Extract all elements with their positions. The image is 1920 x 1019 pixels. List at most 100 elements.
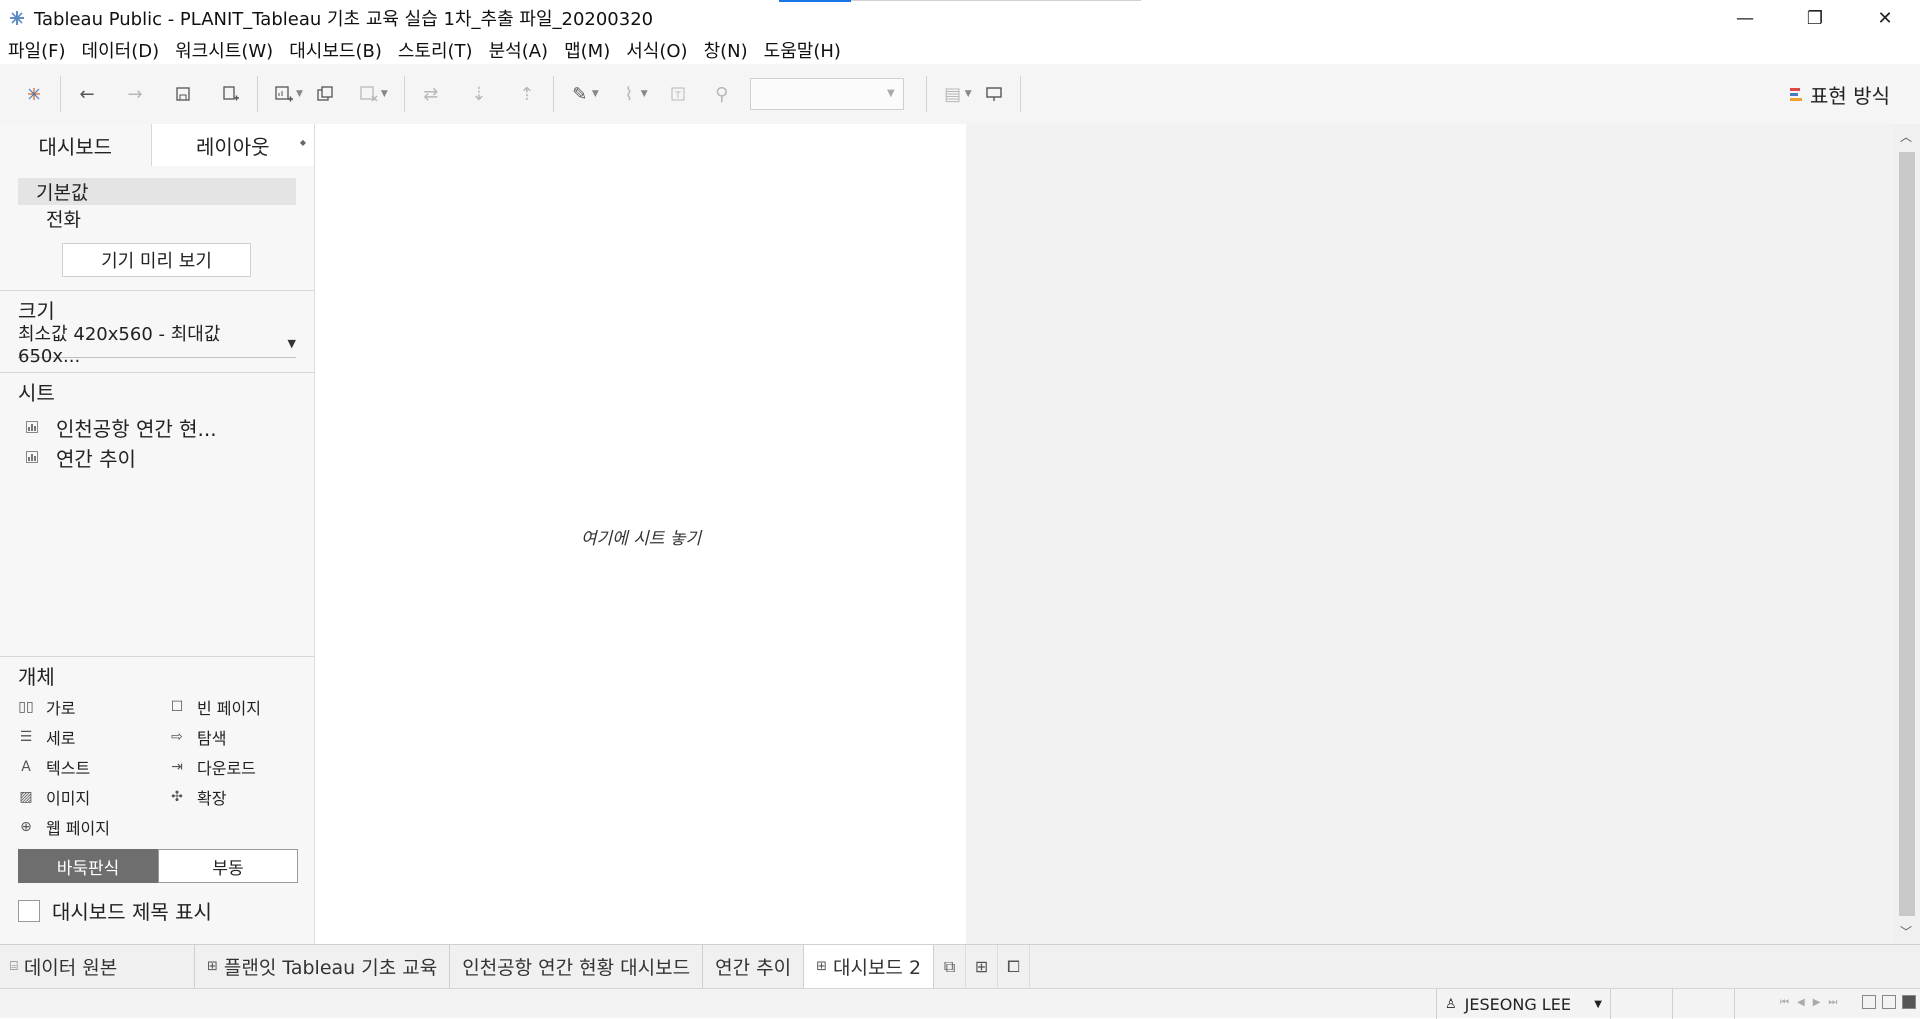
- window-title: Tableau Public - PLANIT_Tableau 기초 교육 실습…: [34, 9, 654, 30]
- menu-dashboard[interactable]: 대시보드(B): [289, 37, 382, 63]
- sheet-tab-active[interactable]: ⊞ 대시보드 2: [804, 945, 935, 988]
- chevron-down-icon[interactable]: ▼: [641, 89, 648, 99]
- object-web-page[interactable]: ⊕ 웹 페이지: [18, 816, 169, 838]
- dashboard-canvas[interactable]: 여기에 시트 놓기: [316, 124, 1894, 944]
- object-navigation[interactable]: ⇨ 탐색: [169, 726, 320, 748]
- sheet-tabs-bar: ⌸ 데이터 원본 ⊞ 플랜잇 Tableau 기초 교육 인천공항 연간 현황 …: [0, 944, 1920, 988]
- sheet-sorter-icon[interactable]: [1862, 995, 1876, 1009]
- object-download[interactable]: ⇥ 다운로드: [169, 756, 320, 778]
- tableau-home-icon[interactable]: [18, 78, 50, 110]
- chevron-down-icon[interactable]: ▼: [296, 89, 303, 99]
- tabs-view-icon[interactable]: [1902, 995, 1916, 1009]
- redo-icon[interactable]: →: [119, 78, 151, 110]
- prev-sheet-icon[interactable]: ◀: [1797, 997, 1805, 1008]
- show-title-row[interactable]: 대시보드 제목 표시: [18, 896, 212, 925]
- sheets-title: 시트: [18, 381, 55, 405]
- menu-format[interactable]: 서식(O): [626, 37, 687, 63]
- show-me-icon: [1790, 87, 1803, 101]
- sort-ascending-icon[interactable]: ⇣: [463, 78, 495, 110]
- show-title-checkbox[interactable]: [18, 899, 40, 922]
- new-story-icon[interactable]: ⧠: [998, 945, 1031, 988]
- last-sheet-icon[interactable]: ⏭: [1828, 997, 1837, 1008]
- floating-button[interactable]: 부동: [158, 849, 298, 883]
- sheet-label: 인천공항 연간 현...: [56, 416, 217, 441]
- scrollbar-thumb[interactable]: [1899, 152, 1915, 916]
- menu-worksheet[interactable]: 워크시트(W): [175, 37, 273, 63]
- pin-axes-icon[interactable]: ⚲: [706, 78, 738, 110]
- menu-window[interactable]: 창(N): [704, 37, 748, 63]
- new-data-source-icon[interactable]: [215, 78, 247, 110]
- sheet-tab[interactable]: 인천공항 연간 현황 대시보드: [450, 945, 704, 988]
- chevron-down-icon[interactable]: ▼: [381, 89, 388, 99]
- object-label: 텍스트: [46, 759, 91, 778]
- tab-label: 연간 추이: [715, 957, 792, 979]
- chevron-down-icon[interactable]: ▼: [592, 89, 599, 99]
- object-label: 빈 페이지: [197, 699, 261, 718]
- object-image[interactable]: ▨ 이미지: [18, 786, 169, 808]
- duplicate-sheet-icon[interactable]: [309, 78, 341, 110]
- sheet-item[interactable]: 인천공항 연간 현...: [26, 412, 315, 442]
- extension-icon: ✣: [171, 789, 183, 805]
- object-text[interactable]: A 텍스트: [18, 756, 169, 778]
- save-icon[interactable]: [167, 78, 199, 110]
- menu-map[interactable]: 맵(M): [564, 37, 610, 63]
- device-list: 기본값 전화: [18, 178, 296, 232]
- tab-label: 플랜잇 Tableau 기초 교육: [223, 957, 438, 979]
- next-sheet-icon[interactable]: ▶: [1813, 997, 1821, 1008]
- minimize-button[interactable]: —: [1710, 0, 1780, 36]
- presentation-mode-icon[interactable]: [978, 78, 1010, 110]
- filmstrip-icon[interactable]: [1882, 995, 1896, 1009]
- sheet-tab[interactable]: ⊞ 플랜잇 Tableau 기초 교육: [195, 945, 451, 988]
- sort-descending-icon[interactable]: ⇡: [511, 78, 543, 110]
- first-sheet-icon[interactable]: ⏮: [1780, 997, 1789, 1008]
- object-label: 웹 페이지: [46, 819, 110, 838]
- swap-rows-columns-icon[interactable]: ⇄: [415, 78, 447, 110]
- toolbar-separator: [403, 76, 405, 112]
- vertical-scrollbar[interactable]: ︿ ﹀: [1894, 124, 1920, 944]
- menu-story[interactable]: 스토리(T): [398, 37, 473, 63]
- new-worksheet-icon[interactable]: ⧉: [934, 945, 967, 988]
- sheet-item[interactable]: 연간 추이: [26, 442, 315, 472]
- worksheet-icon: [26, 451, 38, 463]
- menu-file[interactable]: 파일(F): [8, 37, 66, 63]
- panel-options-icon[interactable]: ◆: [300, 138, 306, 147]
- close-button[interactable]: ✕: [1850, 0, 1920, 36]
- size-dropdown[interactable]: 최소값 420x560 - 최대값 650x... ▼: [18, 324, 296, 367]
- tab-layout[interactable]: 레이아웃 ◆: [151, 124, 314, 166]
- menu-analysis[interactable]: 분석(A): [489, 37, 548, 63]
- show-me-button[interactable]: 표현 방식: [1790, 64, 1890, 124]
- tab-dashboard[interactable]: 대시보드: [0, 124, 152, 166]
- show-labels-icon[interactable]: T: [662, 78, 694, 110]
- scroll-down-icon[interactable]: ﹀: [1900, 923, 1912, 940]
- new-dashboard-icon[interactable]: ⊞: [966, 945, 999, 988]
- chevron-down-icon: ▼: [886, 88, 895, 99]
- dashboard-sheet[interactable]: 여기에 시트 놓기: [316, 124, 966, 944]
- object-vertical[interactable]: ☰ 세로: [18, 726, 169, 748]
- title-accent-line: [851, 0, 1141, 1]
- user-menu[interactable]: ♙ JESEONG LEE ▼: [1436, 989, 1611, 1019]
- web-page-icon: ⊕: [20, 819, 32, 835]
- object-label: 세로: [46, 729, 76, 748]
- device-phone[interactable]: 전화: [18, 205, 296, 232]
- tab-label: 대시보드 2: [832, 957, 922, 979]
- panel-tabs: 대시보드 레이아웃 ◆: [0, 124, 314, 166]
- tab-data-source[interactable]: ⌸ 데이터 원본: [0, 945, 195, 988]
- object-label: 가로: [46, 699, 76, 718]
- status-bar: ♙ JESEONG LEE ▼ ⏮ ◀ ▶ ⏭: [0, 988, 1920, 1019]
- sheet-label: 연간 추이: [56, 446, 136, 471]
- dashboard-panel: 대시보드 레이아웃 ◆ 기본값 전화 기기 미리 보기 크기 최소값 420x5…: [0, 124, 315, 944]
- menu-data[interactable]: 데이터(D): [82, 37, 160, 63]
- object-extension[interactable]: ✣ 확장: [169, 786, 320, 808]
- chevron-down-icon[interactable]: ▼: [965, 89, 972, 99]
- sheet-tab[interactable]: 연간 추이: [703, 945, 805, 988]
- tiled-button[interactable]: 바둑판식: [18, 849, 158, 883]
- device-preview-button[interactable]: 기기 미리 보기: [62, 243, 251, 277]
- menu-help[interactable]: 도움말(H): [764, 37, 841, 63]
- device-default[interactable]: 기본값: [18, 178, 296, 205]
- scroll-up-icon[interactable]: ︿: [1900, 128, 1912, 145]
- restore-button[interactable]: ❐: [1780, 0, 1850, 36]
- undo-icon[interactable]: ←: [71, 78, 103, 110]
- object-blank[interactable]: ☐ 빈 페이지: [169, 696, 320, 718]
- object-horizontal[interactable]: ▯▯ 가로: [18, 696, 169, 718]
- fit-dropdown[interactable]: ▼: [749, 78, 904, 110]
